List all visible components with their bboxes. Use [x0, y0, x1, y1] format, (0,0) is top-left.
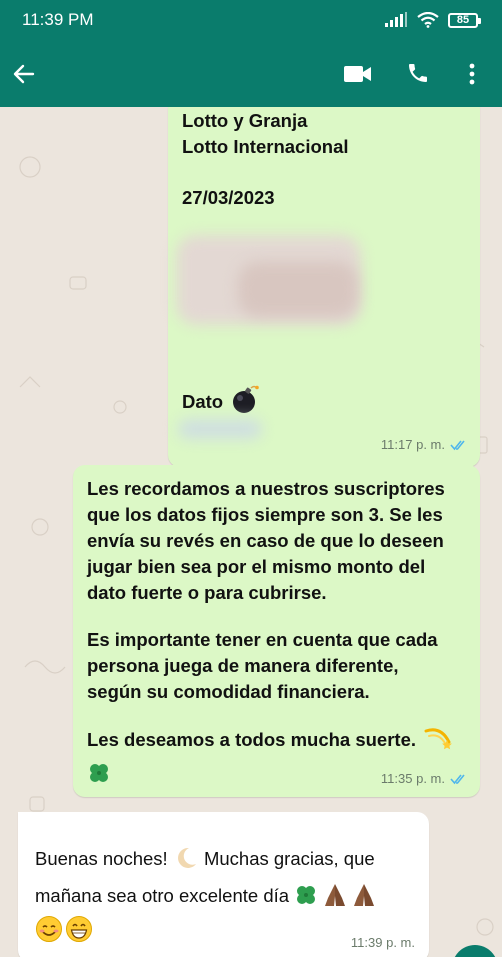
- message-time: 11:35 p. m.: [380, 771, 445, 786]
- message-bubble-outgoing[interactable]: Lotto y Granja Lotto Internacional 27/03…: [168, 107, 480, 467]
- message-line: mañana sea otro excelente día: [35, 884, 376, 908]
- four-leaf-clover-icon: [90, 764, 108, 782]
- video-call-icon[interactable]: [344, 64, 372, 84]
- message-line: que los datos fijos siempre son 3. Se le…: [87, 504, 443, 525]
- message-text: mañana sea otro excelente día: [35, 885, 290, 906]
- blurred-content: [238, 262, 358, 317]
- chat-area[interactable]: Lotto y Granja Lotto Internacional 27/03…: [0, 107, 502, 957]
- crescent-moon-icon: [177, 848, 196, 869]
- battery-level: 85: [456, 14, 470, 26]
- message-text: Les deseamos a todos mucha suerte.: [87, 729, 417, 750]
- status-icons: 85: [384, 9, 481, 31]
- four-leaf-clover-icon: [297, 886, 316, 905]
- message-bubble-incoming[interactable]: Buenas noches! Muchas gracias, que mañan…: [18, 812, 429, 957]
- message-meta: 11:17 p. m.: [381, 437, 468, 452]
- message-line: 27/03/2023: [182, 187, 275, 208]
- dato-text: Dato: [182, 391, 224, 412]
- battery-icon: 85: [448, 12, 481, 28]
- status-time: 11:39 PM: [22, 10, 94, 29]
- message-text: Buenas noches!: [35, 848, 168, 869]
- wifi-icon: [417, 12, 439, 28]
- message-line: Les deseamos a todos mucha suerte.: [87, 728, 453, 752]
- status-bar: 11:39 PM 85: [0, 0, 502, 40]
- comet-icon: [424, 728, 453, 750]
- voice-call-icon[interactable]: [406, 61, 430, 85]
- message-line: Les recordamos a nuestros suscriptores: [87, 478, 445, 499]
- message-line: envía su revés en caso de que lo deseen: [87, 530, 444, 551]
- message-line: Lotto Internacional: [182, 136, 349, 157]
- read-receipt-icon: [450, 439, 465, 450]
- smiling-face-icon: [36, 916, 62, 942]
- message-line: jugar bien sea por el mismo monto del: [87, 556, 426, 577]
- message-line: persona juega de manera diferente,: [87, 655, 399, 676]
- bomb-icon: [233, 385, 260, 414]
- message-text: Muchas gracias, que: [203, 848, 375, 869]
- message-meta: 11:39 p. m.: [351, 935, 415, 950]
- message-line: Lotto y Granja: [182, 110, 308, 131]
- more-options-icon[interactable]: [468, 62, 476, 86]
- folded-hands-icon: [325, 884, 346, 907]
- chat-header: [0, 40, 502, 107]
- message-bubble-outgoing[interactable]: Les recordamos a nuestros suscriptores q…: [73, 465, 480, 797]
- blurred-content: [178, 419, 262, 439]
- signal-icon: [385, 12, 407, 27]
- message-line: según su comodidad financiera.: [87, 681, 370, 702]
- back-arrow-icon[interactable]: [12, 62, 36, 86]
- read-receipt-icon: [450, 773, 465, 784]
- message-line: Es importante tener en cuenta que cada: [87, 629, 438, 650]
- dato-label: Dato: [182, 385, 260, 415]
- message-meta: 11:35 p. m.: [381, 771, 468, 786]
- folded-hands-icon: [354, 884, 375, 907]
- message-time: 11:39 p. m.: [350, 935, 415, 950]
- message-line: Buenas noches! Muchas gracias, que: [35, 848, 375, 871]
- grinning-face-icon: [66, 916, 92, 942]
- message-line: dato fuerte o para cubrirse.: [87, 582, 327, 603]
- message-time: 11:17 p. m.: [380, 437, 445, 452]
